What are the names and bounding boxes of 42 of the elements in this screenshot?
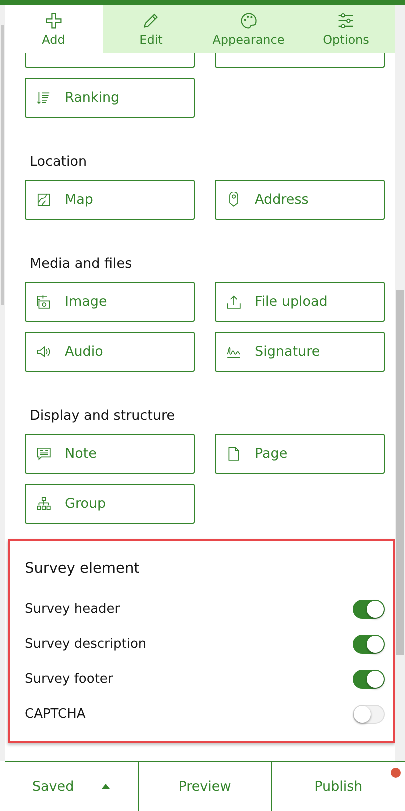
sliders-icon	[337, 12, 356, 30]
element-button[interactable]: Group	[25, 484, 195, 524]
palette-icon	[240, 12, 258, 30]
note-icon	[36, 446, 52, 462]
element-button[interactable]: Map	[25, 180, 195, 220]
page-icon	[226, 446, 242, 462]
toggle-label: Survey footer	[25, 672, 114, 687]
element-button[interactable]: Note	[25, 434, 195, 474]
element-button[interactable]: Signature	[215, 332, 385, 372]
tab[interactable]: Add	[5, 5, 102, 53]
image-icon	[36, 294, 52, 310]
speaker-icon	[36, 344, 52, 360]
toggle-switch[interactable]	[353, 670, 385, 689]
toggle-label: Survey description	[25, 637, 147, 652]
element-button[interactable]	[25, 53, 195, 68]
plus-icon	[44, 12, 63, 30]
hierarchy-icon	[36, 496, 52, 512]
element-button[interactable]: Ranking	[25, 78, 195, 118]
upload-icon	[226, 294, 242, 310]
section-heading: Location	[29, 153, 88, 172]
tab[interactable]: Appearance	[200, 5, 298, 53]
tab[interactable]: Options	[298, 5, 395, 53]
toggle-switch[interactable]	[353, 635, 385, 654]
element-button[interactable]: Image	[25, 282, 195, 322]
panel-heading: Survey element	[25, 560, 141, 579]
list-icon	[36, 90, 52, 106]
toggle-label: Survey header	[25, 602, 120, 617]
element-button[interactable]: File upload	[215, 282, 385, 322]
toggle-label: CAPTCHA	[25, 707, 86, 722]
element-button[interactable]: Audio	[25, 332, 195, 372]
map-icon	[36, 192, 52, 208]
element-button[interactable]	[215, 53, 385, 68]
signature-icon	[226, 344, 242, 360]
element-button[interactable]: Page	[215, 434, 385, 474]
pencil-icon	[142, 12, 160, 30]
section-heading: Media and files	[29, 255, 134, 274]
tab[interactable]: Edit	[102, 5, 200, 53]
scrollbar[interactable]	[395, 5, 405, 761]
section-heading: Display and structure	[29, 407, 176, 426]
toggle-switch[interactable]	[353, 600, 385, 619]
caret-icon	[102, 784, 110, 789]
element-button[interactable]: Address	[215, 180, 385, 220]
